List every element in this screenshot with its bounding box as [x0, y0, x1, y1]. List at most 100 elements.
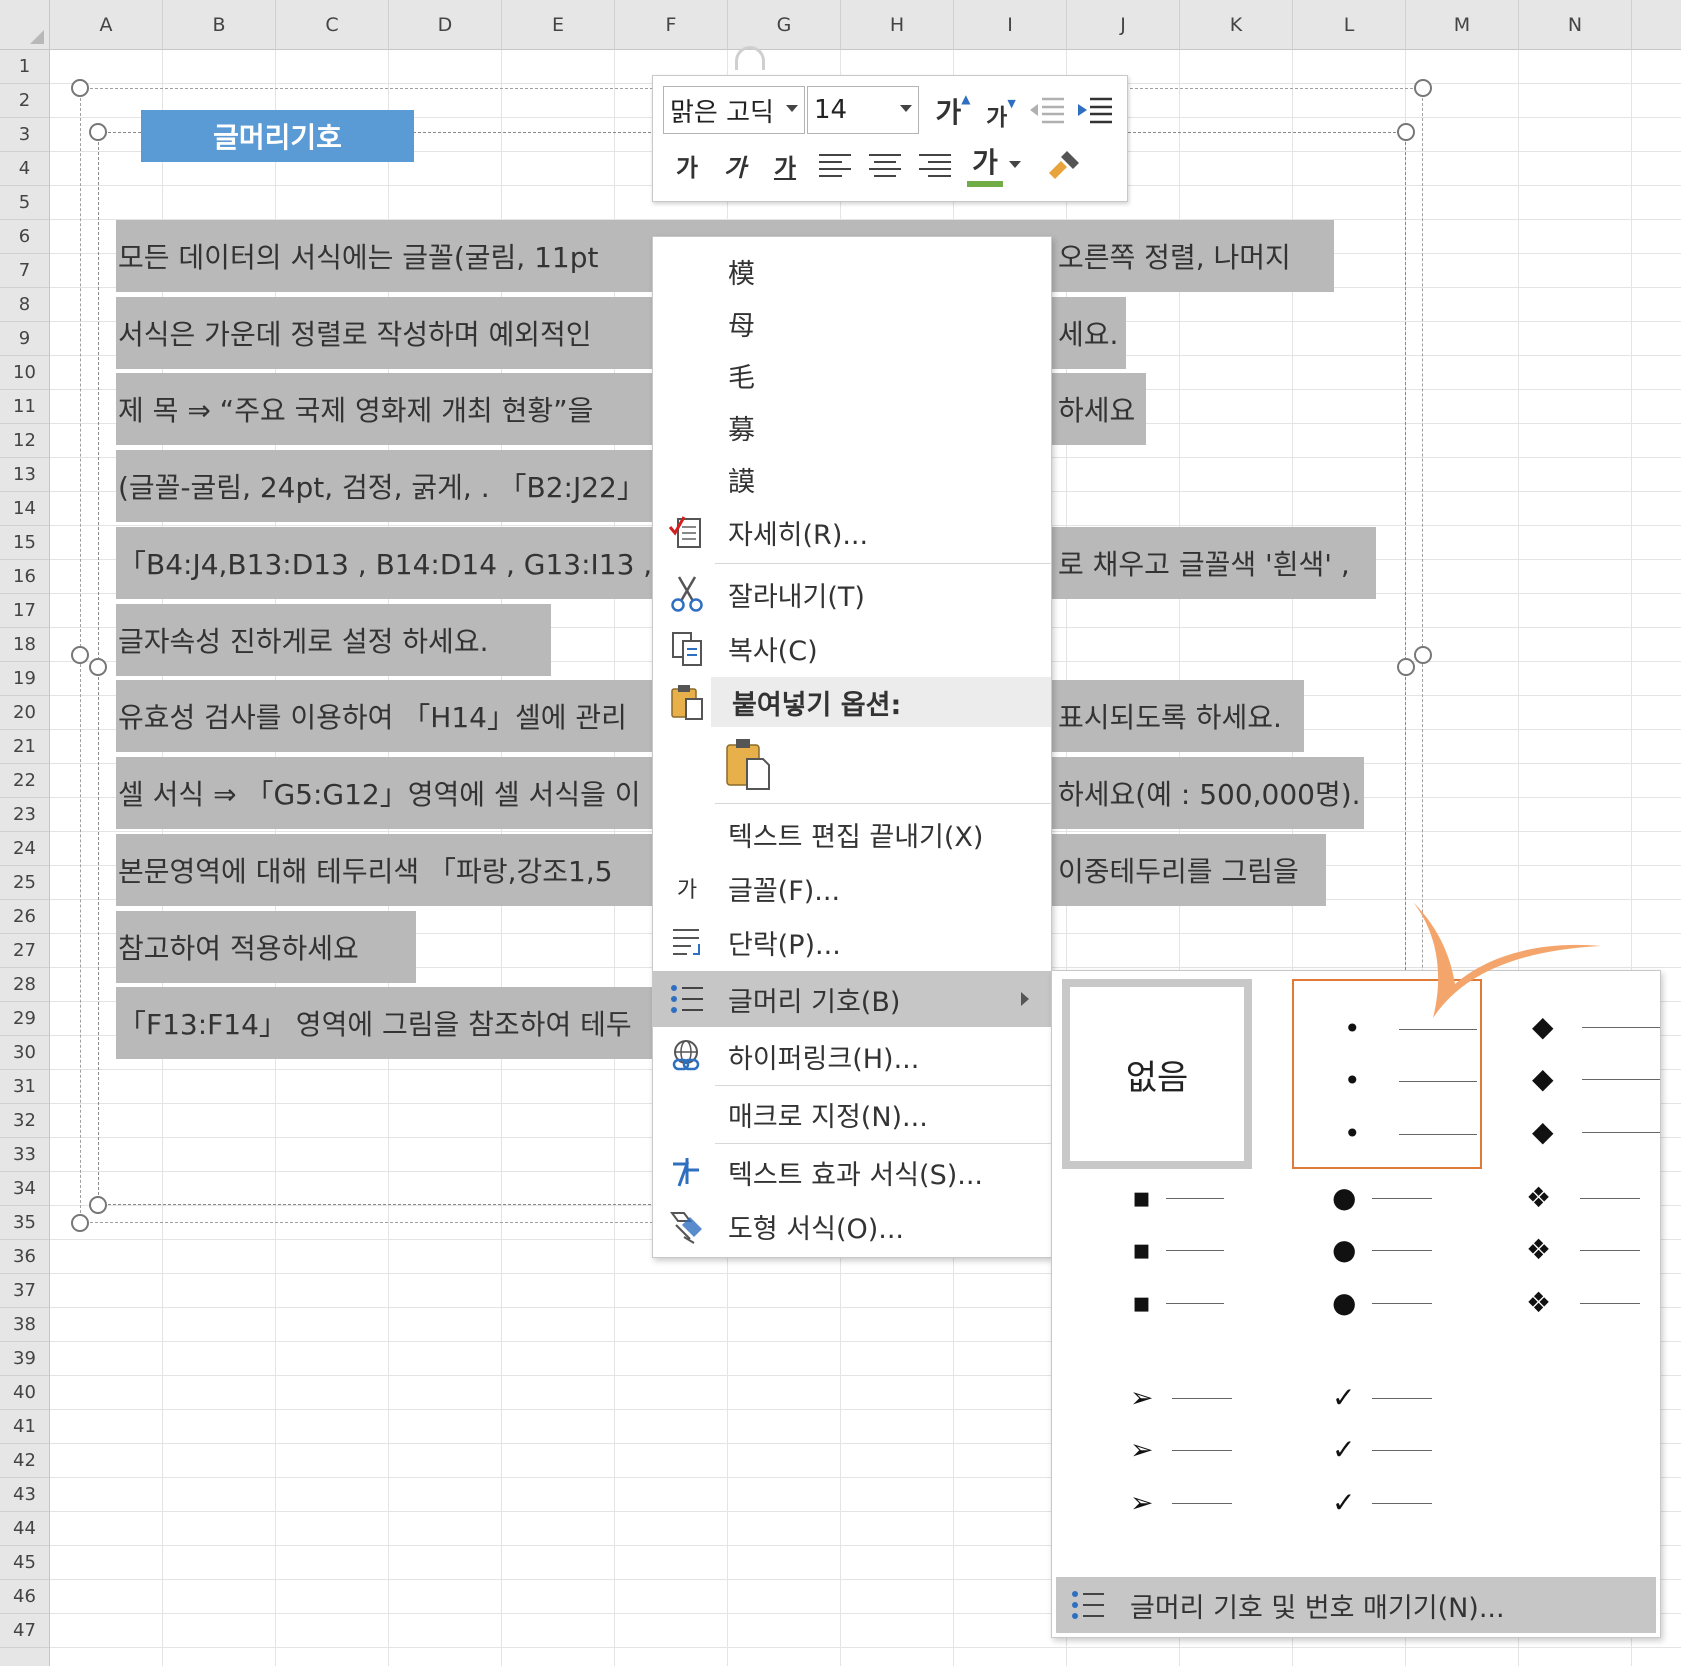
- column-header[interactable]: E: [502, 0, 615, 50]
- row-header[interactable]: 8: [0, 288, 49, 322]
- row-header[interactable]: 36: [0, 1240, 49, 1274]
- resize-handle-bottom-left[interactable]: [71, 1214, 89, 1232]
- column-header[interactable]: N: [1519, 0, 1632, 50]
- row-header[interactable]: 37: [0, 1274, 49, 1308]
- row-header[interactable]: 30: [0, 1036, 49, 1070]
- row-header[interactable]: 47: [0, 1614, 49, 1648]
- align-center-button[interactable]: [863, 144, 907, 186]
- row-header[interactable]: 43: [0, 1478, 49, 1512]
- menu-item-exit-text-edit[interactable]: 텍스트 편집 끝내기(X): [653, 809, 1051, 859]
- menu-item-details[interactable]: 자세히(R)...: [653, 507, 1051, 557]
- menu-item-hyperlink[interactable]: 하이퍼링크(H)...: [653, 1031, 1051, 1081]
- menu-item-cut[interactable]: 잘라내기(T): [653, 569, 1051, 619]
- row-header[interactable]: 11: [0, 390, 49, 424]
- font-name-dropdown[interactable]: 맑은 고딕: [663, 86, 805, 134]
- row-header[interactable]: 23: [0, 798, 49, 832]
- bullet-option-arrow[interactable]: ➢ ➢ ➢: [1092, 1381, 1282, 1571]
- row-header[interactable]: 38: [0, 1308, 49, 1342]
- row-header[interactable]: 13: [0, 458, 49, 492]
- row-header[interactable]: 35: [0, 1206, 49, 1240]
- row-header[interactable]: 10: [0, 356, 49, 390]
- shrink-font-button[interactable]: 가 ▼: [981, 92, 1021, 138]
- hanja-option-2[interactable]: 母: [653, 299, 1051, 347]
- row-header[interactable]: 3: [0, 118, 49, 152]
- column-header[interactable]: F: [615, 0, 728, 50]
- row-header[interactable]: 22: [0, 764, 49, 798]
- row-header[interactable]: 24: [0, 832, 49, 866]
- column-header[interactable]: L: [1293, 0, 1406, 50]
- resize-handle-inner-top-left[interactable]: [89, 123, 107, 141]
- row-header[interactable]: 18: [0, 628, 49, 662]
- select-all-corner[interactable]: [0, 0, 50, 50]
- column-header[interactable]: M: [1406, 0, 1519, 50]
- hanja-option-4[interactable]: 募: [653, 403, 1051, 451]
- row-header[interactable]: 34: [0, 1172, 49, 1206]
- row-header[interactable]: 28: [0, 968, 49, 1002]
- resize-handle-mid-left[interactable]: [71, 646, 89, 664]
- row-header[interactable]: 25: [0, 866, 49, 900]
- column-header[interactable]: K: [1180, 0, 1293, 50]
- resize-handle-inner-bottom-left[interactable]: [89, 1196, 107, 1214]
- row-header[interactable]: 17: [0, 594, 49, 628]
- column-header[interactable]: J: [1067, 0, 1180, 50]
- menu-item-copy[interactable]: 복사(C): [653, 623, 1051, 673]
- font-size-dropdown[interactable]: 14: [807, 86, 919, 134]
- row-header[interactable]: 31: [0, 1070, 49, 1104]
- bullet-option-none[interactable]: 없음: [1062, 979, 1252, 1169]
- bullet-option-four-diamond[interactable]: ❖ ❖ ❖: [1482, 1181, 1672, 1371]
- bold-button[interactable]: 가: [667, 142, 707, 188]
- decrease-indent-button[interactable]: [1025, 88, 1069, 132]
- hanja-option-5[interactable]: 謨: [653, 455, 1051, 503]
- bullet-option-check[interactable]: ✓ ✓ ✓: [1292, 1381, 1482, 1571]
- column-header[interactable]: C: [276, 0, 389, 50]
- format-painter-button[interactable]: [1041, 142, 1087, 188]
- row-header[interactable]: 19: [0, 662, 49, 696]
- menu-item-assign-macro[interactable]: 매크로 지정(N)...: [653, 1089, 1051, 1139]
- row-header[interactable]: 26: [0, 900, 49, 934]
- row-header[interactable]: 6: [0, 220, 49, 254]
- column-header[interactable]: H: [841, 0, 954, 50]
- menu-item-format-shape[interactable]: 도형 서식(O)...: [653, 1201, 1051, 1251]
- menu-item-paragraph[interactable]: 단락(P)...: [653, 917, 1051, 967]
- row-header[interactable]: 45: [0, 1546, 49, 1580]
- italic-button[interactable]: 가: [715, 142, 755, 188]
- column-header[interactable]: G: [728, 0, 841, 50]
- row-header[interactable]: 44: [0, 1512, 49, 1546]
- hanja-option-1[interactable]: 模: [653, 247, 1051, 295]
- underline-button[interactable]: 가: [765, 142, 805, 188]
- row-header[interactable]: 12: [0, 424, 49, 458]
- column-header[interactable]: B: [163, 0, 276, 50]
- menu-item-font[interactable]: 가 글꼴(F)...: [653, 863, 1051, 913]
- row-header[interactable]: 33: [0, 1138, 49, 1172]
- row-header[interactable]: 5: [0, 186, 49, 220]
- row-header[interactable]: 20: [0, 696, 49, 730]
- rotate-handle[interactable]: [735, 46, 765, 70]
- resize-handle-inner-mid-left[interactable]: [89, 658, 107, 676]
- column-header[interactable]: A: [50, 0, 163, 50]
- paste-keep-text-only-button[interactable]: [719, 733, 789, 797]
- bullet-option-square[interactable]: ▪ ▪ ▪: [1092, 1181, 1282, 1371]
- row-header[interactable]: 40: [0, 1376, 49, 1410]
- resize-handle-top-right[interactable]: [1414, 79, 1432, 97]
- bullet-option-large-bullet[interactable]: ● ● ●: [1292, 1181, 1482, 1371]
- row-header[interactable]: 7: [0, 254, 49, 288]
- row-header[interactable]: 21: [0, 730, 49, 764]
- row-header[interactable]: 2: [0, 84, 49, 118]
- row-header[interactable]: 16: [0, 560, 49, 594]
- row-header[interactable]: 1: [0, 50, 49, 84]
- column-header[interactable]: I: [954, 0, 1067, 50]
- row-header[interactable]: 14: [0, 492, 49, 526]
- resize-handle-inner-mid-right[interactable]: [1397, 658, 1415, 676]
- row-header[interactable]: 46: [0, 1580, 49, 1614]
- row-header[interactable]: 27: [0, 934, 49, 968]
- row-header[interactable]: 9: [0, 322, 49, 356]
- row-header[interactable]: 39: [0, 1342, 49, 1376]
- hanja-option-3[interactable]: 毛: [653, 351, 1051, 399]
- menu-item-bullets[interactable]: 글머리 기호(B): [653, 971, 1051, 1027]
- align-right-button[interactable]: [913, 144, 957, 186]
- row-header[interactable]: 4: [0, 152, 49, 186]
- bullets-and-numbering-button[interactable]: 글머리 기호 및 번호 매기기(N)...: [1056, 1577, 1656, 1633]
- grow-font-button[interactable]: 가 ▲: [931, 88, 975, 134]
- row-header[interactable]: 15: [0, 526, 49, 560]
- font-color-button[interactable]: 가: [965, 138, 1005, 190]
